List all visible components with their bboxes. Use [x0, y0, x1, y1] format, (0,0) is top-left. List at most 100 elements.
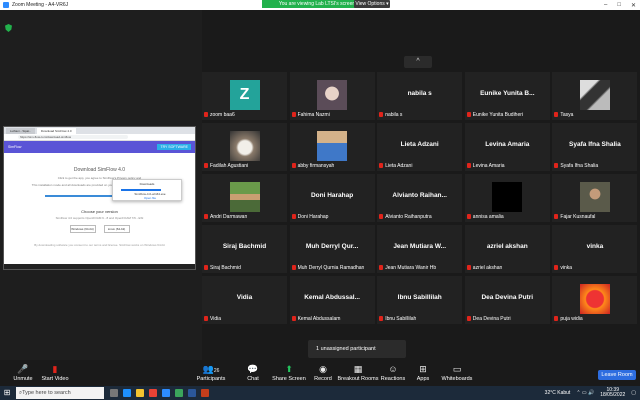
choose-version-sub: SimFlow 4.0 supports OpenFOAM 9 - 8 and … [55, 216, 144, 220]
mic-muted-icon [379, 163, 384, 168]
participant-tile[interactable]: Ibnu Sabillilah Ibnu Sabillilah [377, 276, 463, 324]
participant-name-label: Jean Mutiara Wanir Hb [379, 264, 436, 271]
participant-tile[interactable]: nabila s nabila s [377, 72, 463, 120]
mic-muted-icon [291, 214, 296, 219]
notification-icon[interactable]: ▢ [631, 390, 636, 396]
word-icon[interactable] [188, 389, 196, 397]
weather-widget[interactable]: 32°C Kabut [545, 390, 571, 396]
participant-tile[interactable]: Fahima Nazmi [289, 72, 375, 120]
participant-display-name: azriel akshan [486, 243, 528, 250]
view-options-button[interactable]: View Options ▾ [354, 0, 390, 8]
participant-name: Andri Darmawan [210, 213, 248, 220]
participant-display-name: Lieta Adzani [400, 141, 439, 148]
participant-tile[interactable]: Levina Amaria Levina Amaria [464, 123, 550, 171]
start-video-label: Start Video [41, 376, 69, 382]
file-explorer-icon[interactable] [136, 389, 144, 397]
excel-icon[interactable] [175, 389, 183, 397]
participant-tile[interactable]: abby firmansyah [289, 123, 375, 171]
mic-muted-icon [466, 316, 471, 321]
taskbar-search[interactable]: ⌕ Type here to search [16, 387, 104, 399]
participant-tile[interactable]: Fajar Kusnaufal [552, 174, 638, 222]
participant-avatar: Z [229, 80, 260, 110]
download-title: Download SimFlow 4.0 [73, 167, 126, 173]
chrome-icon[interactable] [149, 389, 157, 397]
participant-tile[interactable]: vinka vinka [552, 225, 638, 273]
whiteboard-icon: ▭ [452, 364, 462, 374]
zoom-window: Zoom Meeting - A4-VR6J – □ ✕ You are vie… [0, 0, 640, 400]
participant-tile[interactable]: Vidia Vidia [202, 276, 287, 324]
participant-name-label: vinka [554, 264, 572, 271]
participant-name: zoom baa6 [210, 111, 235, 118]
participant-name: Muh Derryl Qurnia Ramadhan [297, 264, 365, 271]
mic-muted-icon [291, 316, 296, 321]
participant-tile[interactable]: Siraj Bachmid Siraj Bachmid [202, 225, 287, 273]
participant-avatar [317, 131, 348, 161]
mic-muted-icon [204, 265, 208, 270]
window-title: Zoom Meeting - A4-VR6J [12, 2, 69, 8]
minimize-icon[interactable]: – [604, 2, 607, 8]
close-icon[interactable]: ✕ [631, 2, 636, 9]
participant-tile[interactable]: Jean Mutiara W... Jean Mutiara Wanir Hb [377, 225, 463, 273]
participant-display-name: Siraj Bachmid [222, 243, 267, 250]
participant-tile[interactable]: Andri Darmawan [202, 174, 287, 222]
participant-display-name: Jean Mutiara W... [393, 243, 447, 250]
participant-tile[interactable]: Alvianto Raihan... Alvianto Raihanputra [377, 174, 463, 222]
encryption-shield-icon[interactable] [5, 24, 12, 32]
mic-muted-icon [379, 214, 384, 219]
participant-name: Alvianto Raihanputra [385, 213, 432, 220]
start-video-button[interactable]: ▮ Start Video [32, 362, 78, 382]
participant-avatar [229, 182, 260, 212]
participant-name: Doni Harahap [297, 213, 329, 220]
whiteboards-button[interactable]: ▭ Whiteboards [434, 362, 480, 382]
participant-tile[interactable]: Kemal Abdussal... Kemal Abdussalam [289, 276, 375, 324]
video-off-icon: ▮ [52, 364, 58, 374]
url-text: https://sim-flow.com/download-simflow [18, 135, 128, 139]
participant-tile[interactable]: puja widia [552, 276, 638, 324]
participants-button[interactable]: 👥26 Participants [188, 362, 234, 382]
participant-display-name: Alvianto Raihan... [392, 192, 447, 199]
chat-label: Chat [247, 376, 259, 382]
mic-muted-icon [291, 265, 296, 270]
mic-muted-icon [204, 112, 208, 117]
browser-address-bar: https://sim-flow.com/download-simflow [4, 134, 195, 141]
mic-muted-icon [291, 112, 296, 117]
edge-icon[interactable] [123, 389, 131, 397]
participant-name: Eunike Yunita Budiheri [472, 111, 524, 118]
zoom-taskbar-icon[interactable] [162, 389, 170, 397]
participant-tile[interactable]: azriel akshan azriel akshan [464, 225, 550, 273]
participant-display-name: vinka [586, 243, 604, 250]
mic-muted-icon [204, 316, 208, 321]
unassigned-participant-toast[interactable]: 1 unassigned participant [308, 340, 406, 358]
participant-tile[interactable]: Eunike Yunita B... Eunike Yunita Budiheri [464, 72, 550, 120]
participant-tile[interactable]: Zzoom baa6 [202, 72, 287, 120]
choose-version-title: Choose your version [81, 209, 118, 214]
participant-tile[interactable]: annisa amalia [464, 174, 550, 222]
participant-display-name: Doni Harahap [310, 192, 354, 199]
leave-room-button[interactable]: Leave Room [598, 370, 636, 380]
maximize-icon[interactable]: □ [617, 2, 621, 8]
participant-tile[interactable]: Lieta Adzani Lieta Adzani [377, 123, 463, 171]
participant-avatar [317, 80, 348, 110]
participant-tile[interactable]: Syafa Ifna Shalia Syafa Ifna Shalia [552, 123, 638, 171]
mic-muted-icon [379, 112, 384, 117]
participant-name-label: puja widia [554, 315, 583, 322]
participant-tile[interactable]: Tasya [552, 72, 638, 120]
participant-name-label: abby firmansyah [291, 162, 334, 169]
tray-icons[interactable]: ⌃ ▭ 🔊 [576, 390, 594, 396]
powerpoint-icon[interactable] [201, 389, 209, 397]
participant-display-name: Kemal Abdussal... [304, 294, 360, 301]
participant-name-label: Fahima Nazmi [291, 111, 330, 118]
gallery-prev-page-button[interactable]: ^ [404, 56, 432, 68]
participant-tile[interactable]: Fadilah Agustiani [202, 123, 287, 171]
site-logo: SimFlow [8, 145, 22, 149]
clock[interactable]: 10:39 18/05/2022 [600, 388, 625, 398]
participant-tile[interactable]: Doni Harahap Doni Harahap [289, 174, 375, 222]
windows-start-icon[interactable]: ⊞ [0, 386, 14, 400]
taskbar-apps [110, 389, 209, 397]
task-view-icon[interactable] [110, 389, 118, 397]
apps-label: Apps [416, 376, 430, 382]
participant-tile[interactable]: Muh Derryl Qur... Muh Derryl Qurnia Ramad… [289, 225, 375, 273]
mic-muted-icon [466, 265, 471, 270]
download-progress [121, 189, 161, 191]
participant-tile[interactable]: Dea Devina Putri Dea Devina Putri [464, 276, 550, 324]
